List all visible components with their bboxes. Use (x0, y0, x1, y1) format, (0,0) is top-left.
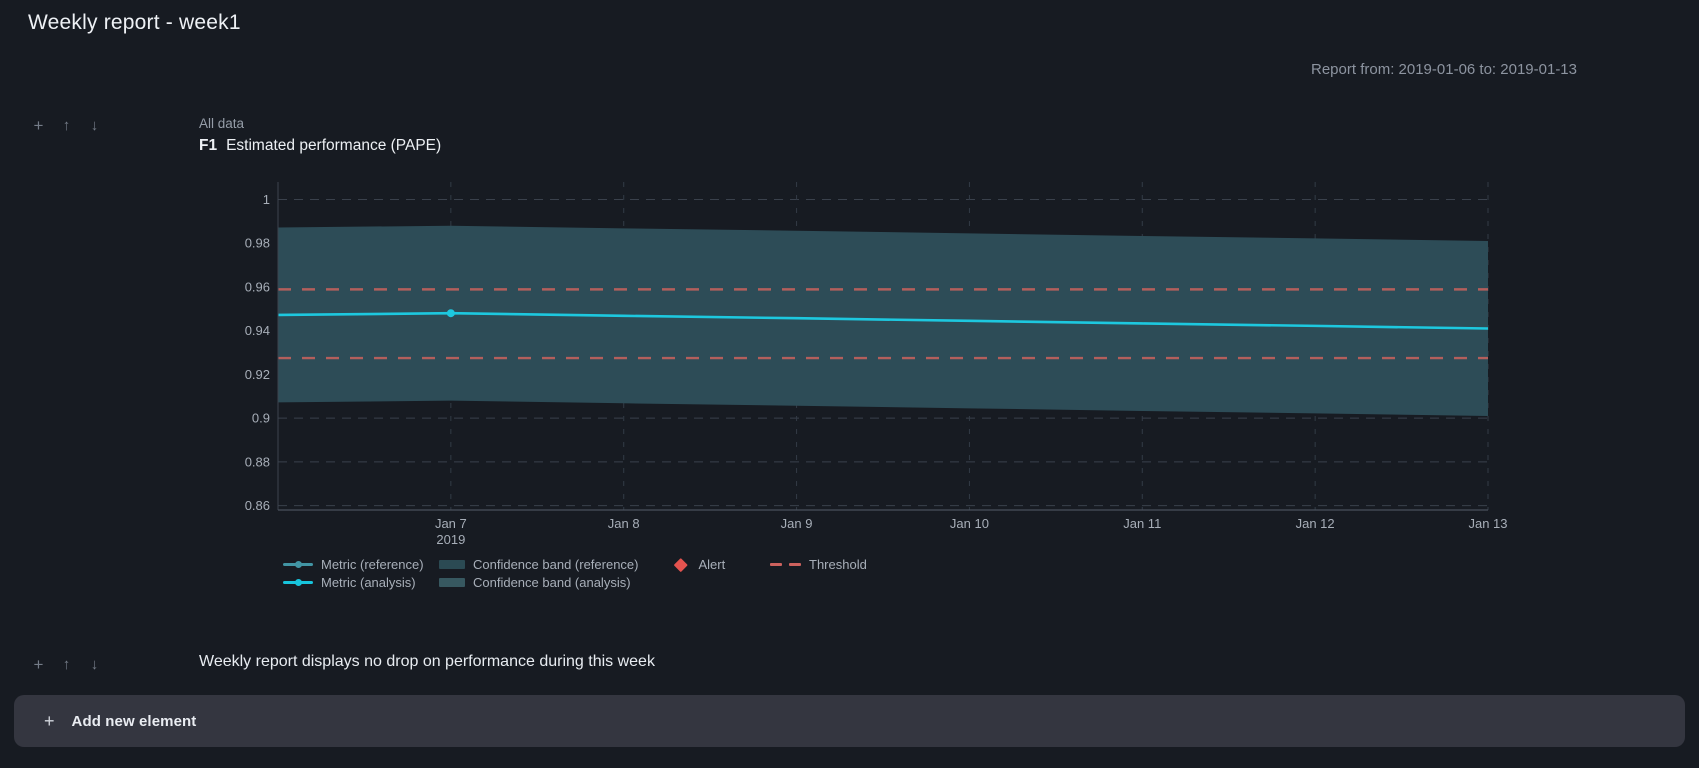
y-tick-label: 0.96 (245, 279, 270, 294)
legend-row: Metric (analysis) Confidence band (analys… (283, 574, 867, 591)
text-block-content: Weekly report displays no drop on perfor… (199, 653, 655, 671)
x-tick-year-label: 2019 (436, 532, 465, 547)
chart-block-controls: + ↑ ↓ (30, 117, 103, 134)
legend-label: Confidence band (reference) (473, 557, 639, 572)
add-new-element-label: Add new element (72, 713, 197, 730)
legend-item[interactable]: Threshold (770, 557, 867, 572)
page-title: Weekly report - week1 (28, 11, 241, 35)
report-date-range: Report from: 2019-01-06 to: 2019-01-13 (1311, 61, 1577, 78)
legend-row: Metric (reference) Confidence band (refer… (283, 556, 867, 573)
x-tick-label: Jan 13 (1468, 516, 1507, 531)
x-tick-label: Jan 7 (435, 516, 467, 531)
legend-item[interactable]: Metric (analysis) (283, 575, 439, 590)
y-tick-label: 0.98 (245, 236, 270, 251)
y-tick-label: 0.88 (245, 454, 270, 469)
weekly-report-page: Weekly report - week1 Report from: 2019-… (0, 0, 1699, 768)
add-block-icon[interactable]: + (30, 656, 47, 673)
move-up-icon[interactable]: ↑ (58, 117, 75, 134)
plus-icon: + (44, 712, 55, 730)
threshold-dashes-icon (770, 563, 801, 566)
legend-label: Metric (reference) (321, 557, 424, 572)
chart-subtitle: All data (199, 116, 244, 131)
metric-code: F1 (199, 137, 217, 154)
move-down-icon[interactable]: ↓ (86, 656, 103, 673)
alert-diamond-icon (674, 558, 687, 571)
legend-label: Confidence band (analysis) (473, 575, 631, 590)
chart-legend: Metric (reference) Confidence band (refer… (283, 556, 867, 592)
y-tick-label: 0.94 (245, 323, 270, 338)
performance-chart-canvas: 1 0.98 0.96 0.94 0.92 0.9 0.88 0.86 Jan 72019 Jan… (230, 170, 1510, 550)
chart-title: F1 Estimated performance (PAPE) (199, 137, 441, 155)
add-block-icon[interactable]: + (30, 117, 47, 134)
legend-line-swatch-icon (283, 578, 313, 587)
legend-label: Metric (analysis) (321, 575, 416, 590)
y-tick-label: 0.86 (245, 498, 270, 513)
legend-line-swatch-icon (283, 560, 313, 569)
x-tick-label: Jan 9 (781, 516, 813, 531)
y-tick-label: 0.92 (245, 367, 270, 382)
move-down-icon[interactable]: ↓ (86, 117, 103, 134)
legend-band-swatch-icon (439, 578, 465, 587)
legend-item[interactable]: Metric (reference) (283, 557, 439, 572)
legend-item[interactable]: Alert (673, 557, 770, 572)
x-tick-label: Jan 8 (608, 516, 640, 531)
legend-item[interactable]: Confidence band (analysis) (439, 575, 673, 590)
legend-item[interactable]: Confidence band (reference) (439, 557, 673, 572)
text-block-controls: + ↑ ↓ (30, 656, 103, 673)
y-tick-label: 0.9 (252, 411, 270, 426)
metric-marker (447, 309, 455, 317)
legend-label: Threshold (809, 557, 867, 572)
metric-title: Estimated performance (PAPE) (226, 137, 441, 154)
add-new-element-button[interactable]: + Add new element (14, 695, 1685, 747)
x-tick-label: Jan 12 (1296, 516, 1335, 531)
legend-band-swatch-icon (439, 560, 465, 569)
confidence-band (278, 226, 1488, 416)
y-tick-label: 1 (263, 192, 270, 207)
x-tick-label: Jan 10 (950, 516, 989, 531)
move-up-icon[interactable]: ↑ (58, 656, 75, 673)
x-tick-label: Jan 11 (1123, 516, 1161, 531)
legend-label: Alert (699, 557, 726, 572)
